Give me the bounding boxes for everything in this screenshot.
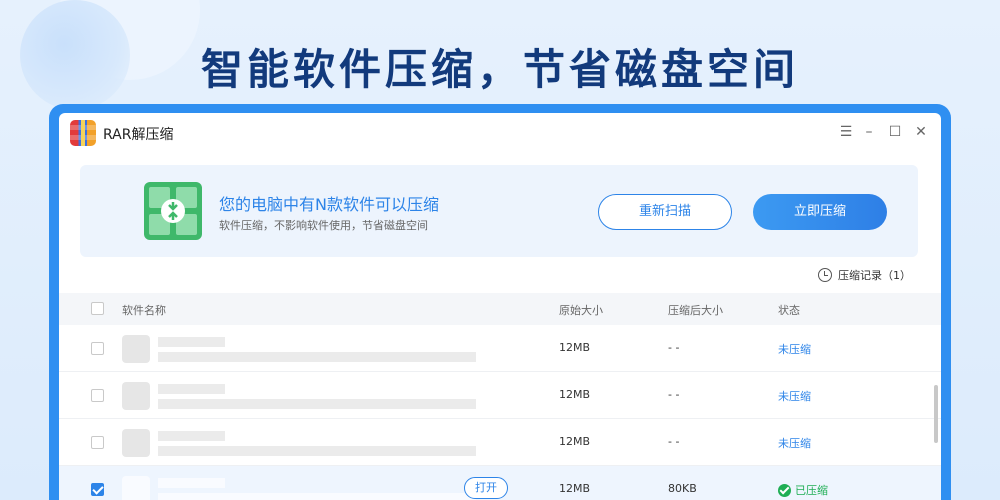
name-placeholder	[158, 478, 225, 488]
clock-icon	[818, 268, 832, 282]
compressed-size: - -	[668, 435, 680, 448]
history-label: 压缩记录（1）	[838, 269, 911, 282]
title-bar: RAR解压缩 ☰ – ☐ ✕	[59, 113, 941, 153]
name-placeholder	[158, 384, 225, 394]
row-checkbox[interactable]	[91, 483, 104, 496]
scan-result-banner: 您的电脑中有N款软件可以压缩 软件压缩，不影响软件使用，节省磁盘空间 重新扫描 …	[80, 165, 918, 257]
compress-now-button[interactable]: 立即压缩	[753, 194, 887, 230]
banner-title: 您的电脑中有N款软件可以压缩	[219, 195, 439, 214]
path-placeholder	[158, 493, 476, 500]
close-icon[interactable]: ✕	[910, 121, 932, 143]
status-label: 未压缩	[778, 437, 811, 450]
header-compressed-size: 压缩后大小	[668, 304, 723, 317]
name-placeholder	[158, 431, 225, 441]
banner-subtitle: 软件压缩，不影响软件使用，节省磁盘空间	[219, 219, 428, 232]
row-checkbox[interactable]	[91, 436, 104, 449]
name-placeholder	[158, 337, 225, 347]
path-placeholder	[158, 446, 476, 456]
status-compressed: 已压缩	[778, 482, 828, 498]
path-placeholder	[158, 352, 476, 362]
status-label: 未压缩	[778, 343, 811, 356]
app-window: RAR解压缩 ☰ – ☐ ✕ 您的电脑中有N款软件可以压缩 软件压缩，不影响软件…	[59, 113, 941, 500]
check-circle-icon	[778, 483, 791, 497]
status-label: 未压缩	[778, 390, 811, 403]
compressed-size: 80KB	[668, 482, 697, 495]
window-frame: RAR解压缩 ☰ – ☐ ✕ 您的电脑中有N款软件可以压缩 软件压缩，不影响软件…	[49, 104, 951, 500]
select-all-checkbox[interactable]	[91, 302, 104, 315]
header-name: 软件名称	[122, 304, 166, 317]
rescan-button[interactable]: 重新扫描	[598, 194, 732, 230]
row-checkbox[interactable]	[91, 389, 104, 402]
app-thumbnail	[122, 429, 150, 457]
page-headline: 智能软件压缩，节省磁盘空间	[200, 45, 799, 94]
original-size: 12MB	[559, 341, 591, 354]
compressed-size: - -	[668, 388, 680, 401]
table-row[interactable]: 12MB - - 未压缩	[59, 325, 941, 372]
maximize-icon[interactable]: ☐	[884, 121, 906, 143]
app-thumbnail	[122, 476, 150, 500]
original-size: 12MB	[559, 388, 591, 401]
path-placeholder	[158, 399, 476, 409]
compression-history-link[interactable]: 压缩记录（1）	[818, 267, 911, 283]
header-status: 状态	[778, 304, 800, 317]
window-title: RAR解压缩	[103, 127, 174, 143]
compressed-size: - -	[668, 341, 680, 354]
app-thumbnail	[122, 382, 150, 410]
row-checkbox[interactable]	[91, 342, 104, 355]
original-size: 12MB	[559, 482, 591, 495]
app-thumbnail	[122, 335, 150, 363]
menu-icon[interactable]: ☰	[835, 121, 857, 143]
table-header: 软件名称 原始大小 压缩后大小 状态	[59, 293, 941, 325]
open-button[interactable]: 打开	[464, 477, 508, 499]
minimize-icon[interactable]: –	[858, 121, 880, 143]
table-row[interactable]: 12MB - - 未压缩	[59, 372, 941, 419]
scrollbar-thumb[interactable]	[934, 385, 938, 443]
header-original-size: 原始大小	[559, 304, 603, 317]
original-size: 12MB	[559, 435, 591, 448]
compress-icon	[144, 182, 202, 240]
rar-app-icon	[70, 120, 96, 146]
status-label: 已压缩	[795, 484, 828, 497]
table-row[interactable]: 打开 12MB 80KB 已压缩	[59, 466, 941, 500]
table-row[interactable]: 12MB - - 未压缩	[59, 419, 941, 466]
